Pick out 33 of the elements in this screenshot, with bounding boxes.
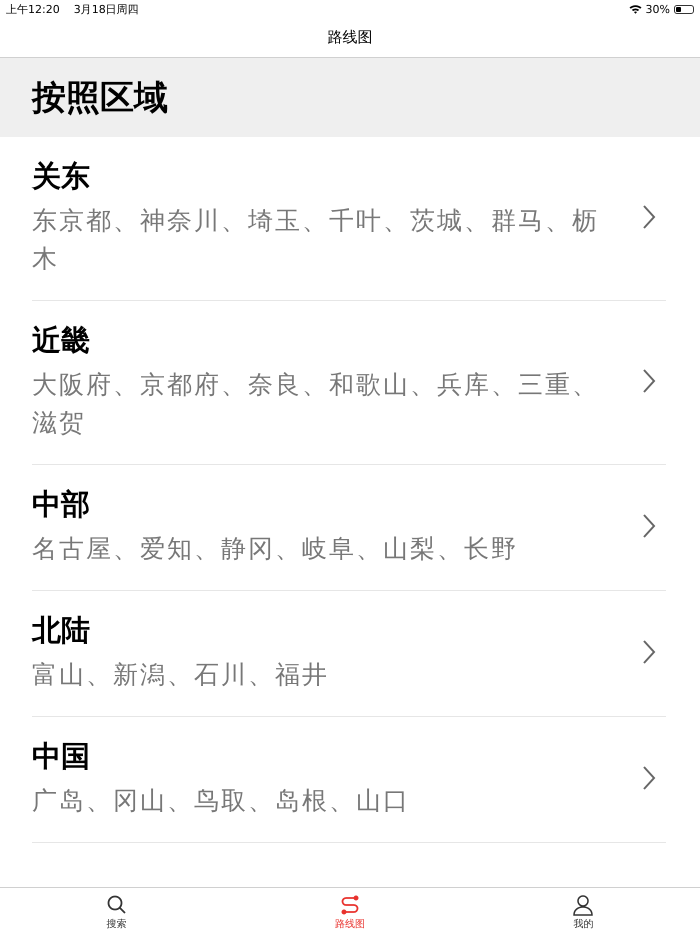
- tab[interactable]: 我的: [466, 888, 700, 934]
- region-item[interactable]: 中国 广岛、冈山、鸟取、岛根、山口: [32, 717, 666, 843]
- tab[interactable]: 搜索: [0, 888, 234, 934]
- region-name: 中国: [32, 738, 91, 775]
- chevron-icon: [642, 368, 656, 394]
- person-icon: [572, 894, 594, 916]
- chevron-icon: [642, 204, 656, 230]
- route-icon: [338, 894, 361, 916]
- status-time: 上午12:20: [6, 2, 60, 16]
- section-title: 按照区域: [32, 76, 168, 120]
- region-areas: 富山、新潟、石川、福井: [32, 656, 622, 694]
- region-areas: 东京都、神奈川、埼玉、千叶、茨城、群马、枥木: [32, 202, 622, 278]
- region-item[interactable]: 近畿 大阪府、京都府、奈良、和歌山、兵库、三重、滋贺: [32, 301, 666, 465]
- status-date: 3月18日周四: [74, 2, 139, 16]
- region-name: 北陆: [32, 612, 91, 649]
- nav-title: 路线图: [328, 28, 372, 47]
- region-item[interactable]: 关东 东京都、神奈川、埼玉、千叶、茨城、群马、枥木: [32, 137, 666, 301]
- region-item[interactable]: 北陆 富山、新潟、石川、福井: [32, 591, 666, 717]
- chevron-icon: [642, 639, 656, 665]
- region-areas: 广岛、冈山、鸟取、岛根、山口: [32, 782, 622, 820]
- region-name: 关东: [32, 158, 91, 195]
- battery-percent: 30%: [646, 2, 670, 16]
- region-areas: 大阪府、京都府、奈良、和歌山、兵库、三重、滋贺: [32, 366, 622, 442]
- region-item[interactable]: 中部 名古屋、爱知、静冈、岐阜、山梨、长野: [32, 465, 666, 591]
- wifi-icon: [628, 4, 642, 14]
- region-name: 近畿: [32, 322, 91, 359]
- region-areas: 名古屋、爱知、静冈、岐阜、山梨、长野: [32, 530, 622, 568]
- battery-icon: [674, 4, 694, 14]
- tab[interactable]: 路线图: [233, 888, 467, 934]
- region-name: 中部: [32, 486, 91, 523]
- search-icon: [106, 894, 128, 916]
- chevron-icon: [642, 513, 656, 539]
- chevron-icon: [642, 765, 656, 791]
